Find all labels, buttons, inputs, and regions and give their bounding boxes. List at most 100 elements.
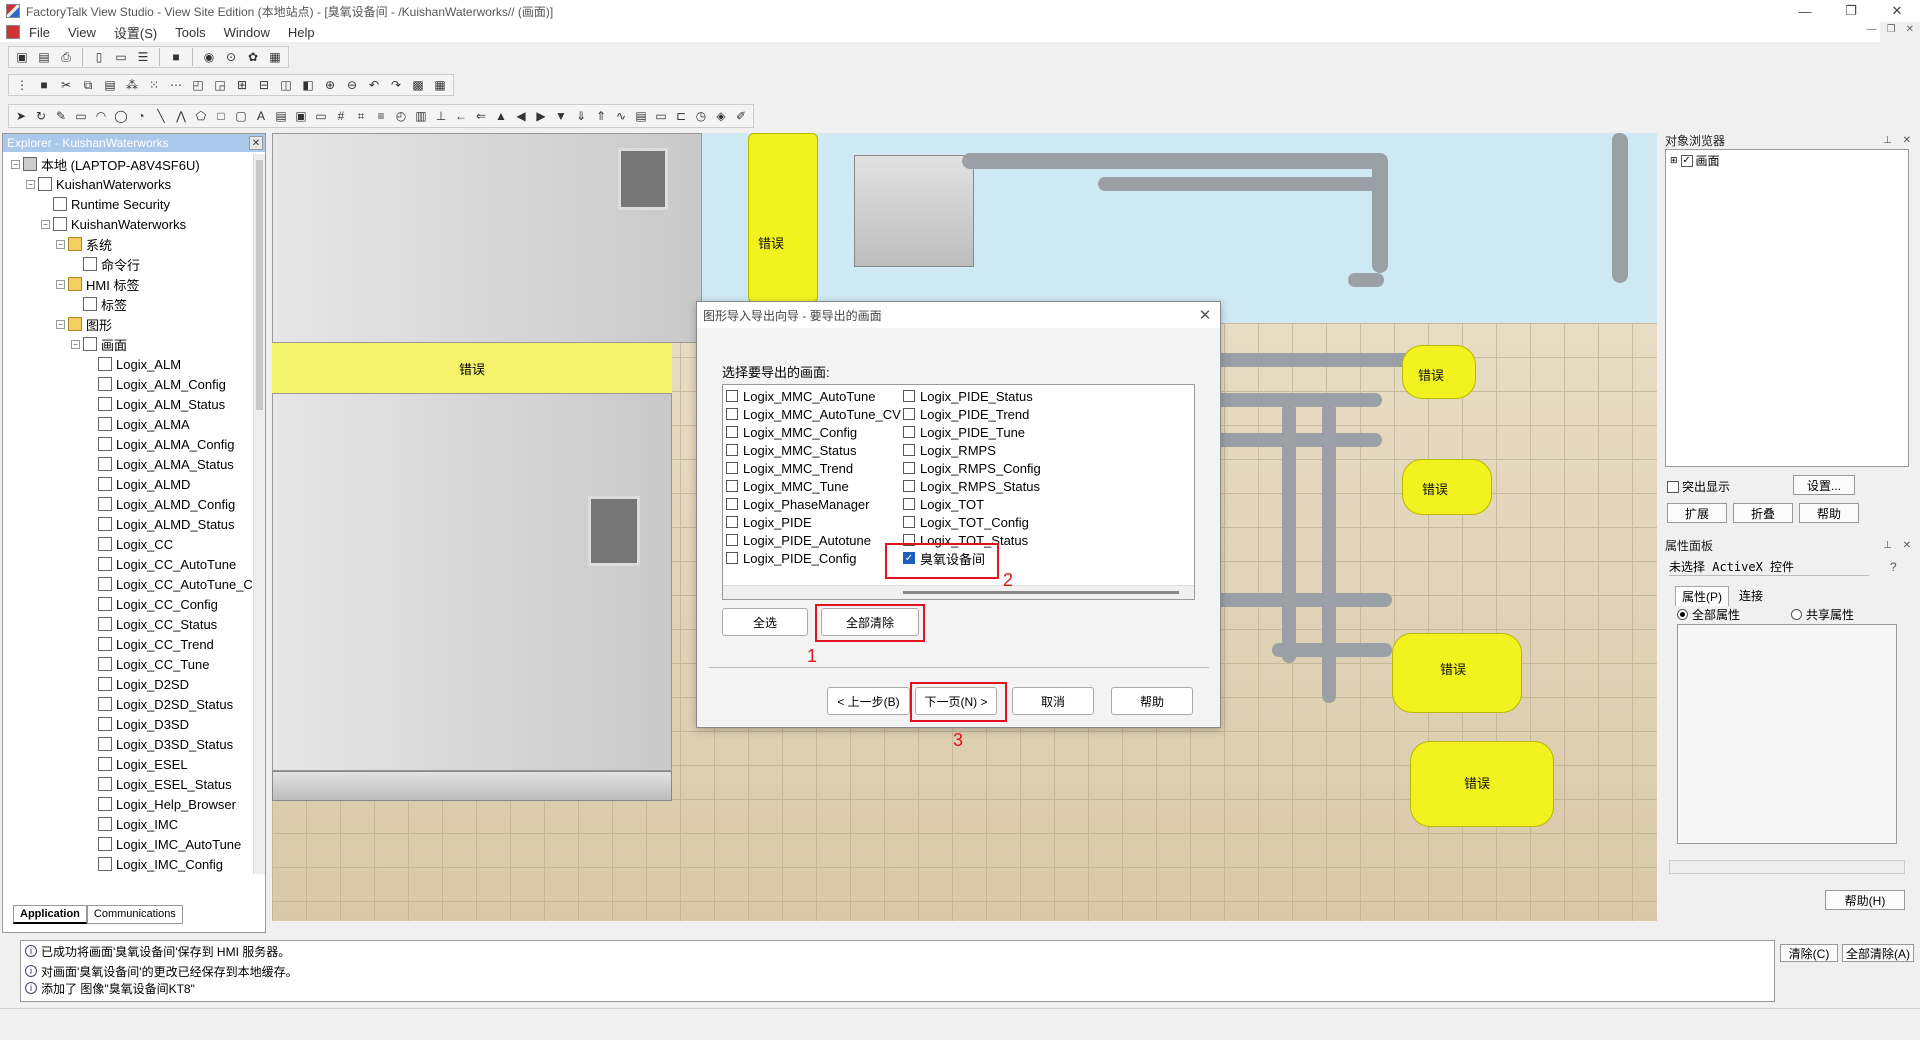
tab-communications[interactable]: Communications	[86, 905, 183, 924]
close-icon[interactable]: ✕	[249, 136, 263, 150]
polyline-icon[interactable]: ⋀	[173, 107, 189, 125]
tree-node[interactable]: − 画面	[3, 334, 253, 354]
tree-node[interactable]: Logix_ALMA_Status	[3, 454, 253, 474]
tree-node[interactable]: 标签	[3, 294, 253, 314]
help-button[interactable]: 帮助	[1799, 503, 1859, 523]
undo-icon[interactable]: ↶	[365, 76, 383, 94]
item-checkbox[interactable]	[726, 498, 738, 510]
polygon-icon[interactable]: ⬠	[193, 107, 209, 125]
item-checkbox[interactable]	[726, 390, 738, 402]
collapse-icon[interactable]: −	[71, 339, 80, 349]
new-icon[interactable]: ▯	[90, 48, 108, 66]
display-icon[interactable]: ▦	[266, 48, 284, 66]
item-checkbox[interactable]	[903, 480, 915, 492]
expand-button[interactable]: 扩展	[1667, 503, 1727, 523]
tree-node[interactable]: 命令行	[3, 254, 253, 274]
tree-node[interactable]: Logix_CC_AutoTune	[3, 554, 253, 574]
string-display-icon[interactable]: ≡	[373, 107, 389, 125]
help-button[interactable]: 帮助	[1111, 687, 1193, 715]
redo-icon[interactable]: ↷	[387, 76, 405, 94]
clear-all-output-button[interactable]: 全部清除(A)	[1842, 944, 1914, 962]
tree-node[interactable]: Logix_CC	[3, 534, 253, 554]
rotate-icon[interactable]: ↻	[33, 107, 49, 125]
square-icon[interactable]: □	[213, 107, 229, 125]
item-checkbox[interactable]	[903, 462, 915, 474]
arrow-right-icon[interactable]: ▶	[533, 107, 549, 125]
explorer-icon[interactable]: ☰	[134, 48, 152, 66]
cancel-button[interactable]: 取消	[1012, 687, 1094, 715]
settings-button[interactable]: 设置...	[1793, 475, 1855, 495]
new-project-icon[interactable]: ▣	[13, 48, 31, 66]
arrow-down2-icon[interactable]: ⇓	[573, 107, 589, 125]
radio-shared-properties[interactable]: 共享属性	[1791, 606, 1854, 623]
rounded-rect-icon[interactable]: ▢	[233, 107, 249, 125]
arc-icon[interactable]: ◠	[93, 107, 109, 125]
tree-node[interactable]: Logix_D3SD_Status	[3, 734, 253, 754]
tree-node[interactable]: Logix_ALM	[3, 354, 253, 374]
radio-all-properties[interactable]: 全部属性	[1677, 606, 1740, 623]
control-box[interactable]	[854, 155, 974, 267]
dialog-close-icon[interactable]: ✕	[1190, 306, 1220, 324]
property-grid[interactable]	[1677, 624, 1897, 844]
display-list-item[interactable]: Logix_PIDE_Tune	[903, 423, 1041, 441]
display-list-item[interactable]: Logix_PhaseManager	[726, 495, 901, 513]
display-list-item[interactable]: Logix_RMPS_Status	[903, 477, 1041, 495]
freehand-icon[interactable]: ✎	[53, 107, 69, 125]
tree-node[interactable]: Logix_D3SD	[3, 714, 253, 734]
trend-icon[interactable]: ∿	[613, 107, 629, 125]
stop-square-icon[interactable]: ■	[35, 76, 53, 94]
tab-connections[interactable]: 连接	[1735, 586, 1767, 606]
bring-front-icon[interactable]: ◰	[189, 76, 207, 94]
arrow-down-icon[interactable]: ▼	[553, 107, 569, 125]
minimize-button[interactable]: —	[1782, 0, 1828, 22]
rectangle-icon[interactable]: ▭	[73, 107, 89, 125]
clear-output-button[interactable]: 清除(C)	[1780, 944, 1838, 962]
item-checkbox[interactable]	[903, 444, 915, 456]
document-window-icon[interactable]	[6, 25, 20, 39]
item-checkbox[interactable]	[726, 408, 738, 420]
align2-icon[interactable]: ⊟	[255, 76, 273, 94]
time-icon[interactable]: ◷	[693, 107, 709, 125]
display-list-item[interactable]: Logix_PIDE_Status	[903, 387, 1041, 405]
display-list-item[interactable]: Logix_PIDE_Trend	[903, 405, 1041, 423]
display-list-item[interactable]: Logix_MMC_AutoTune	[726, 387, 901, 405]
collapse-icon[interactable]: −	[56, 319, 65, 329]
display-list-item[interactable]: Logix_PIDE_Config	[726, 549, 901, 567]
gauge-icon[interactable]: ◴	[393, 107, 409, 125]
display-list-item[interactable]: Logix_PIDE_Autotune	[726, 531, 901, 549]
expand-icon[interactable]: ⊞	[1670, 155, 1678, 166]
property-help-button[interactable]: 帮助(H)	[1825, 890, 1905, 910]
arrow-left2-icon[interactable]: ⇐	[473, 107, 489, 125]
tree-node[interactable]: − KuishanWaterworks	[3, 214, 253, 234]
help-icon[interactable]: ?	[1890, 560, 1897, 574]
arrow-up-icon[interactable]: ▲	[493, 107, 509, 125]
maximize-button[interactable]: ❐	[1828, 0, 1874, 22]
item-checkbox[interactable]	[903, 426, 915, 438]
item-checkbox[interactable]	[726, 462, 738, 474]
tree-node[interactable]: Logix_IMC	[3, 814, 253, 834]
numeric-input-icon[interactable]: ⌗	[353, 107, 369, 125]
highlight-checkbox[interactable]	[1667, 480, 1679, 493]
line-icon[interactable]: ╲	[153, 107, 169, 125]
paste-icon[interactable]: ▤	[101, 76, 119, 94]
close-button[interactable]: ✕	[1874, 0, 1920, 22]
tag-browser-icon[interactable]: ▦	[431, 76, 449, 94]
zoom-out-icon[interactable]: ⊖	[343, 76, 361, 94]
alarm-table-icon[interactable]: ▤	[633, 107, 649, 125]
scale-icon[interactable]: ⊥	[433, 107, 449, 125]
cabinet-top[interactable]	[272, 133, 702, 343]
display-list-item[interactable]: Logix_MMC_Status	[726, 441, 901, 459]
tree-node[interactable]: Logix_IMC_AutoTune	[3, 834, 253, 854]
open-icon[interactable]: ▭	[112, 48, 130, 66]
tree-node[interactable]: Logix_ALMA	[3, 414, 253, 434]
graph-icon[interactable]: ▥	[413, 107, 429, 125]
item-checkbox[interactable]	[903, 408, 915, 420]
doc-restore-icon[interactable]: ❐	[1887, 24, 1896, 35]
tree-node[interactable]: Logix_IMC_Config	[3, 854, 253, 874]
tree-node[interactable]: Logix_CC_Config	[3, 594, 253, 614]
menu-window[interactable]: Window	[215, 25, 279, 40]
group-icon[interactable]: ⁂	[123, 76, 141, 94]
select-all-button[interactable]: 全选	[722, 608, 808, 636]
item-checkbox[interactable]	[726, 426, 738, 438]
tree-node[interactable]: Logix_ALMD	[3, 474, 253, 494]
